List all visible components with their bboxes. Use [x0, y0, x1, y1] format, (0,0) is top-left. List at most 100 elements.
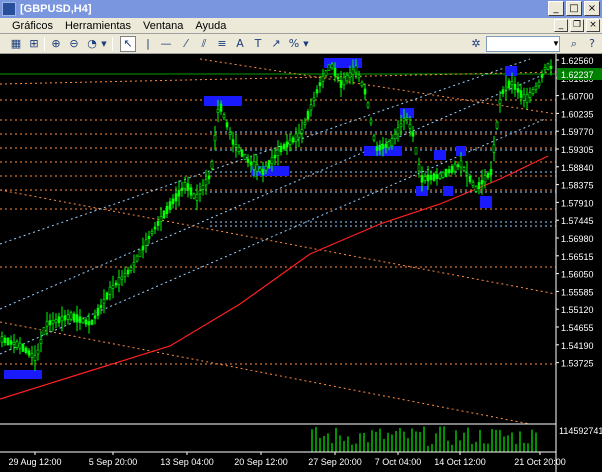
time-tick-label: 29 Aug 12:00 [8, 457, 61, 467]
candle-body [510, 81, 514, 86]
candle-body [468, 176, 472, 182]
arrow-icon[interactable]: ↗ [268, 36, 284, 52]
new-chart-icon[interactable]: ▦ [8, 36, 24, 52]
candle-body [159, 216, 163, 222]
candle-body [186, 183, 190, 191]
minimize-icon[interactable]: _ [548, 1, 564, 16]
candle-body [483, 175, 487, 183]
toolbar-separator [112, 37, 113, 51]
maximize-icon[interactable]: □ [566, 1, 582, 16]
candle-body [102, 299, 106, 304]
candle-body [405, 117, 409, 120]
menu-ventana[interactable]: Ventana [137, 20, 189, 32]
range-box [204, 96, 242, 106]
time-tick-label: 5 Sep 20:00 [89, 457, 138, 467]
candle-body [231, 139, 235, 145]
candle-body [486, 173, 490, 178]
candle-body [480, 179, 484, 185]
volume-label: 114592741 [559, 426, 602, 436]
mdi-restore-icon[interactable]: ❐ [570, 19, 584, 32]
candle-body [48, 320, 52, 326]
candle-body [339, 80, 343, 88]
mdi-controls: _ ❐ × [554, 19, 600, 32]
price-tick-label: 1.56980 [561, 234, 594, 244]
tools-dropdown-icon[interactable]: ▼ [302, 36, 310, 52]
period-dropdown-icon[interactable]: ▼ [100, 36, 108, 52]
candle-body [63, 315, 67, 321]
price-tick-label: 1.54655 [561, 323, 594, 333]
candle-body [495, 121, 499, 129]
candle-body [6, 337, 10, 346]
candle-body [87, 321, 91, 326]
search-dropdown-icon[interactable]: ▼ [552, 37, 560, 51]
trendline-icon[interactable]: ⁄ [178, 36, 194, 52]
trend-line [0, 58, 531, 245]
candle-body [36, 349, 40, 355]
search-input[interactable] [486, 36, 560, 52]
crosshair-icon[interactable]: | [140, 36, 156, 52]
chart-area[interactable]: 1.625601.616301.607001.602351.597701.593… [0, 54, 602, 472]
candle-body [465, 172, 469, 176]
settings-icon[interactable]: ✲ [468, 36, 484, 52]
horizontal-line-icon[interactable]: — [158, 36, 174, 52]
candle-body [360, 81, 364, 87]
search-icon[interactable]: ⌕ [566, 36, 582, 52]
help-icon[interactable]: ? [584, 36, 600, 52]
candle-body [312, 97, 316, 102]
candle-body [201, 185, 205, 190]
chart-bars-icon[interactable]: ⊞ [26, 36, 42, 52]
candle-body [114, 282, 118, 286]
menu-herramientas[interactable]: Herramientas [59, 20, 137, 32]
time-tick-label: 27 Sep 20:00 [308, 457, 362, 467]
price-tick-label: 1.54190 [561, 341, 594, 351]
candle-body [543, 67, 547, 71]
candle-body [498, 99, 502, 105]
text-label-icon[interactable]: T [250, 36, 266, 52]
candle-body [108, 286, 112, 295]
close-icon[interactable]: × [584, 1, 600, 16]
price-chart[interactable]: 1.625601.616301.607001.602351.597701.593… [0, 54, 602, 472]
mdi-minimize-icon[interactable]: _ [554, 19, 568, 32]
candle-body [264, 165, 268, 171]
zoom-in-icon[interactable]: ⊕ [48, 36, 64, 52]
candle-body [477, 182, 481, 190]
candle-body [315, 89, 319, 94]
mdi-close-icon[interactable]: × [586, 19, 600, 32]
chart-lines [0, 58, 557, 425]
more-tools-icon[interactable]: % [286, 36, 302, 52]
candle-body [351, 68, 355, 76]
candle-body [375, 146, 379, 151]
fibonacci-icon[interactable]: ≡ [214, 36, 230, 52]
menu-graficos[interactable]: Gráficos [6, 20, 59, 32]
candle-body [252, 161, 256, 170]
candle-body [288, 139, 292, 145]
time-tick-label: 13 Sep 04:00 [160, 457, 214, 467]
price-tick-label: 1.56050 [561, 270, 594, 280]
candle-body [345, 74, 349, 82]
candle-body [150, 230, 154, 235]
channel-icon[interactable]: ⫽ [196, 36, 212, 52]
candle-body [369, 119, 373, 124]
candle-body [69, 312, 73, 320]
candle-body [540, 74, 544, 78]
text-icon[interactable]: A [232, 36, 248, 52]
toolbar: ▦ ⊞ ⊕ ⊖ ◔ ▼ ↖ | — ⁄ ⫽ ≡ A T ↗ % ▼ ✲ ▼ ⌕ … [0, 34, 602, 54]
menu-ayuda[interactable]: Ayuda [189, 20, 232, 32]
candle-body [105, 292, 109, 300]
zoom-out-icon[interactable]: ⊖ [66, 36, 82, 52]
candle-body [132, 262, 136, 266]
cursor-icon[interactable]: ↖ [120, 36, 136, 52]
candle-body [348, 72, 352, 78]
candle-body [42, 326, 46, 336]
candle-body [300, 128, 304, 134]
candle-body [390, 138, 394, 147]
candle-body [183, 182, 187, 189]
candle-body [504, 86, 508, 90]
candle-body [84, 319, 88, 325]
candle-body [471, 181, 475, 187]
candle-body [537, 81, 541, 87]
candle-body [426, 174, 430, 182]
trend-line [0, 321, 531, 425]
candle-body [291, 137, 295, 143]
scroll-icon[interactable]: ◔ [84, 36, 100, 52]
